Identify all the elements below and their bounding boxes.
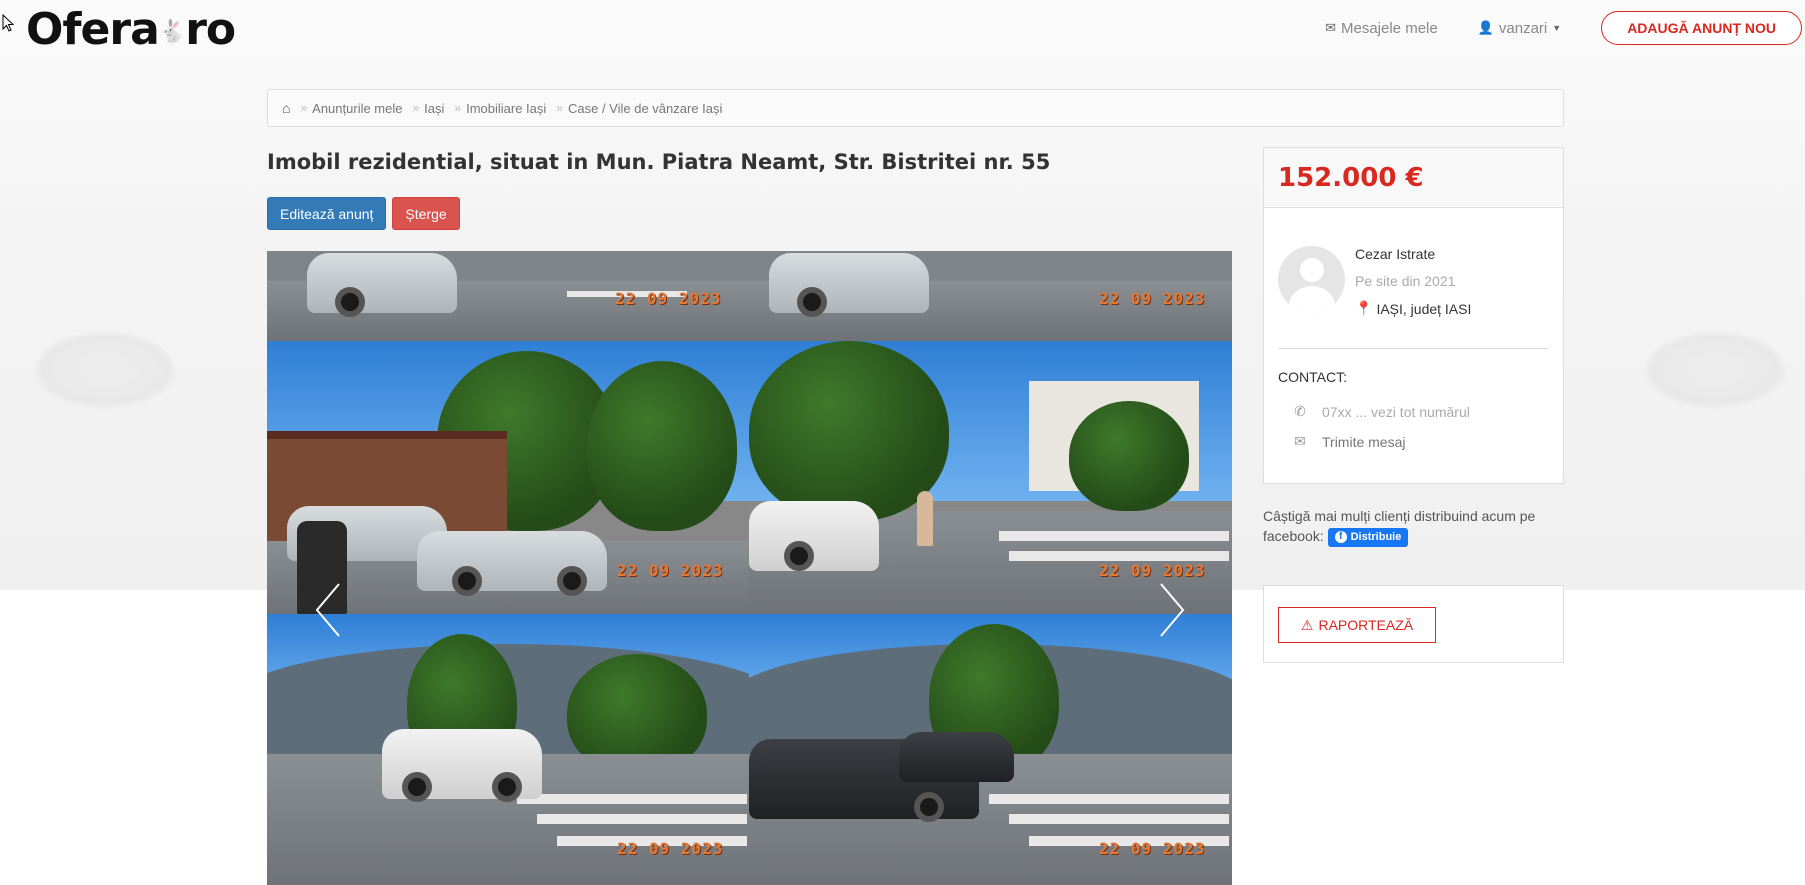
gallery-next-button[interactable] [1155, 580, 1189, 640]
header-nav: ✉ Mesajele mele 👤 vanzari ▼ ADAUGĂ ANUNȚ… [1325, 11, 1805, 45]
user-menu[interactable]: 👤 vanzari ▼ [1478, 20, 1561, 37]
phone-icon: ✆ [1294, 403, 1306, 419]
share-block: Câștigă mai mulți clienți distribuind ac… [1263, 506, 1573, 547]
photo-date-stamp: 22 09 2023 [1099, 289, 1206, 308]
photo-tile: 22 09 2023 [267, 251, 749, 341]
user-icon: 👤 [1477, 20, 1494, 35]
breadcrumb-my-listings[interactable]: Anunțurile mele [312, 101, 402, 116]
phone-text: 07xx ... vezi tot numărul [1322, 403, 1470, 420]
breadcrumb-real-estate[interactable]: Imobiliare Iași [466, 101, 546, 116]
warning-icon: ⚠ [1300, 616, 1314, 633]
bunny-icon: 🐇 [158, 19, 186, 45]
facebook-share-label: Distribuie [1350, 531, 1402, 544]
site-logo[interactable]: Ofera🐇ro [26, 4, 236, 55]
avatar[interactable] [1278, 246, 1345, 313]
chevron-double-right-icon: » [300, 101, 306, 115]
price-seller-panel: 152.000 € Cezar Istrate Pe site din 2021… [1263, 147, 1564, 484]
caret-down-icon: ▼ [1552, 23, 1562, 33]
seller-location: 📍 IAȘI, județ IASI [1355, 300, 1471, 317]
seller-location-text: IAȘI, județ IASI [1376, 300, 1472, 317]
report-panel: ⚠ RAPORTEAZĂ [1263, 585, 1564, 663]
listing-title: Imobil rezidential, situat in Mun. Piatr… [267, 150, 1051, 174]
seller-info: Cezar Istrate Pe site din 2021 📍 IAȘI, j… [1355, 246, 1471, 317]
chevron-double-right-icon: » [556, 101, 562, 115]
price-header: 152.000 € [1264, 148, 1563, 208]
site-header: Ofera🐇ro ✉ Mesajele mele 👤 vanzari ▼ ADA… [0, 0, 1805, 60]
contact-label: CONTACT: [1278, 369, 1347, 385]
photo-date-stamp: 22 09 2023 [617, 561, 724, 580]
photo-date-stamp: 22 09 2023 [1099, 839, 1206, 858]
listing-actions: Editează anunț Șterge [267, 197, 460, 230]
page: Ofera🐇ro ✉ Mesajele mele 👤 vanzari ▼ ADA… [0, 0, 1805, 885]
messages-link[interactable]: ✉ Mesajele mele [1325, 20, 1438, 37]
seller-name[interactable]: Cezar Istrate [1355, 246, 1471, 273]
photo-tile: 22 09 2023 [749, 614, 1232, 885]
photo-tile: 22 09 2023 [749, 251, 1232, 341]
listing-price: 152.000 € [1278, 162, 1424, 193]
breadcrumb-iasi[interactable]: Iași [424, 101, 444, 116]
user-label: vanzari [1498, 19, 1548, 37]
chevron-right-icon [1160, 583, 1185, 637]
envelope-icon: ✉ [1325, 20, 1336, 35]
photo-date-stamp: 22 09 2023 [615, 289, 722, 308]
facebook-icon: f [1334, 531, 1347, 544]
photo-tile: 22 09 2023 [749, 341, 1232, 614]
breadcrumb: ⌂ » Anunțurile mele » Iași » Imobiliare … [267, 89, 1564, 127]
facebook-share-button[interactable]: f Distribuie [1327, 527, 1409, 547]
photo-date-stamp: 22 09 2023 [617, 839, 724, 858]
send-message-link[interactable]: ✉ Trimite mesaj [1292, 433, 1406, 450]
logo-suffix: ro [185, 4, 236, 55]
envelope-icon: ✉ [1294, 433, 1306, 449]
messages-label: Mesajele mele [1341, 19, 1438, 37]
gallery-prev-button[interactable] [311, 580, 345, 640]
send-message-text: Trimite mesaj [1322, 433, 1406, 450]
divider [1278, 348, 1549, 349]
show-phone-link[interactable]: ✆ 07xx ... vezi tot numărul [1292, 403, 1470, 420]
photo-tile: 22 09 2023 [267, 614, 749, 885]
logo-text: Ofera [26, 4, 160, 55]
report-label: RAPORTEAZĂ [1318, 617, 1414, 633]
edit-listing-button[interactable]: Editează anunț [267, 197, 387, 230]
breadcrumb-houses[interactable]: Case / Vile de vânzare Iași [568, 101, 722, 116]
home-icon[interactable]: ⌂ [282, 100, 290, 116]
chevron-double-right-icon: » [412, 101, 418, 115]
photo-tile: 22 09 2023 [267, 341, 749, 614]
add-listing-button[interactable]: ADAUGĂ ANUNȚ NOU [1601, 11, 1802, 45]
chevron-double-right-icon: » [454, 101, 460, 115]
delete-listing-button[interactable]: Șterge [392, 197, 460, 230]
seller-card: Cezar Istrate Pe site din 2021 📍 IAȘI, j… [1278, 246, 1471, 317]
report-button[interactable]: ⚠ RAPORTEAZĂ [1278, 607, 1436, 643]
photo-gallery[interactable]: 22 09 2023 22 09 2023 22 09 2023 22 09 2… [267, 251, 1232, 885]
chevron-left-icon [315, 583, 340, 637]
map-pin-icon: 📍 [1355, 300, 1373, 316]
photo-date-stamp: 22 09 2023 [1099, 561, 1206, 580]
seller-since: Pe site din 2021 [1355, 273, 1456, 289]
